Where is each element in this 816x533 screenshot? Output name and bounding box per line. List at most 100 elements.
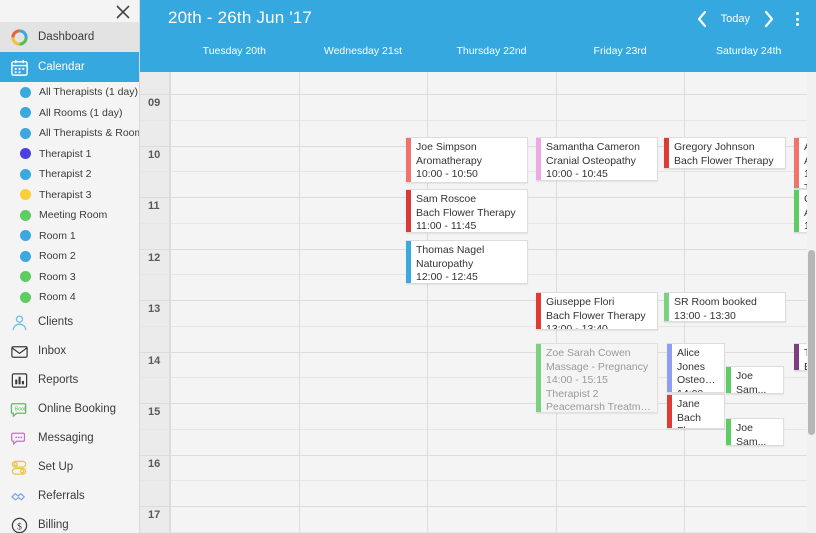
calendar-event[interactable]: Thomas Nagel Naturopathy 12:00 - 12:45 bbox=[406, 240, 528, 284]
calendar-filter-label: Therapist 1 bbox=[39, 147, 92, 160]
hour-label: 17 bbox=[148, 509, 161, 521]
hour-label: 11 bbox=[148, 200, 160, 212]
sidebar-item-dashboard[interactable]: Dashboard bbox=[0, 22, 139, 52]
calendar-event[interactable]: Joe Sam...Thai Yog... bbox=[726, 366, 784, 394]
calendar-filter-item[interactable]: Therapist 3 bbox=[0, 185, 139, 206]
hour-gridline bbox=[140, 506, 816, 507]
calendar-event[interactable]: Zoe Sarah Cowen Massage - Pregnancy 14:00 … bbox=[536, 343, 658, 413]
calendar-filter-item[interactable]: Room 1 bbox=[0, 226, 139, 247]
calendar-event[interactable]: Samantha Cameron Cranial Osteopathy 10:00 … bbox=[536, 137, 658, 181]
more-options-icon[interactable] bbox=[786, 6, 808, 32]
close-icon[interactable] bbox=[115, 4, 131, 20]
event-service: Cranial Osteopathy bbox=[546, 154, 636, 167]
event-body: JaneBach Flo...15:00 - 1 bbox=[672, 395, 724, 428]
sidebar-item-billing[interactable]: $ Billing bbox=[0, 511, 139, 533]
day-header[interactable]: Saturday 24th bbox=[684, 45, 813, 57]
sidebar-item-calendar[interactable]: Calendar bbox=[0, 52, 139, 82]
calendar-filter-item[interactable]: Meeting Room bbox=[0, 205, 139, 226]
calendar-filter-item[interactable]: Therapist 2 bbox=[0, 164, 139, 185]
event-client-name: Thomas Nagel bbox=[416, 244, 485, 256]
sidebar-item-label: Referrals bbox=[38, 490, 85, 502]
calendar-grid[interactable]: 09 10 11 12 13 14 15 16 17 Joe Simpson Aromathera… bbox=[140, 72, 816, 533]
hour-gridline bbox=[140, 454, 816, 456]
sidebar-item-set-up[interactable]: Set Up bbox=[0, 453, 139, 482]
svg-text:Book: Book bbox=[14, 406, 26, 412]
next-week-button[interactable] bbox=[756, 6, 782, 32]
day-header[interactable]: Thursday 22nd bbox=[427, 45, 556, 57]
hour-label: 13 bbox=[148, 303, 161, 315]
calendar-filter-label: Therapist 3 bbox=[39, 188, 92, 201]
calendar-filter-item[interactable]: All Therapists & Rooms bbox=[0, 123, 139, 144]
calendar-event[interactable]: Giuseppe Flori Bach Flower Therapy 13:00 -… bbox=[536, 292, 658, 330]
scrollbar-thumb[interactable] bbox=[808, 250, 815, 435]
calendar-event[interactable]: Gregory JohnsonBach Flower Therapy10:00 … bbox=[664, 137, 786, 169]
sidebar-item-inbox[interactable]: Inbox bbox=[0, 337, 139, 366]
sidebar-item-reports[interactable]: Reports bbox=[0, 366, 139, 395]
sidebar-item-label: Billing bbox=[38, 519, 69, 531]
prev-week-button[interactable] bbox=[689, 6, 715, 32]
settings-toggle-icon bbox=[8, 456, 30, 478]
calendar-filter-item[interactable]: Therapist 1 bbox=[0, 144, 139, 165]
half-hour-gridline bbox=[140, 480, 816, 482]
calendar-nav-controls: Today bbox=[689, 6, 808, 32]
sidebar-item-online-booking[interactable]: Book Online Booking bbox=[0, 395, 139, 424]
calendar-main: 20th - 26th Jun '17 Today Tuesday 20th W… bbox=[140, 0, 816, 533]
calendar-filter-label: Room 3 bbox=[39, 270, 76, 283]
sidebar-item-label: Clients bbox=[38, 316, 74, 328]
sidebar-item-label: Calendar bbox=[38, 61, 85, 73]
hour-label: 15 bbox=[148, 406, 161, 418]
calendar-event[interactable]: JaneBach Flo...15:00 - 1 bbox=[667, 394, 725, 429]
event-detail: 10:00 - 10:50 bbox=[416, 168, 478, 180]
calendar-event[interactable]: Joe Sam...Thai Yog... bbox=[726, 418, 784, 446]
vertical-scrollbar[interactable] bbox=[807, 72, 816, 533]
calendar-color-dot bbox=[20, 189, 31, 201]
calendar-filter-label: Room 4 bbox=[39, 291, 76, 304]
calendar-color-dot bbox=[20, 127, 31, 139]
event-client-name: Gregory Johnson bbox=[674, 141, 755, 153]
calendar-filter-item[interactable]: Room 2 bbox=[0, 246, 139, 267]
calendar-filter-label: Room 1 bbox=[39, 229, 76, 242]
event-client-name: Joe Simpson bbox=[416, 141, 477, 153]
calendar-color-dot bbox=[20, 209, 31, 221]
event-client-name: Samantha Cameron bbox=[546, 141, 640, 153]
calendar-filter-item[interactable]: Room 3 bbox=[0, 267, 139, 288]
calendar-filter-label: All Rooms (1 day) bbox=[39, 106, 123, 119]
event-body: Samantha Cameron Cranial Osteopathy 10:00 … bbox=[541, 138, 657, 180]
hour-label: 16 bbox=[148, 457, 161, 470]
calendar-color-dot bbox=[20, 291, 31, 303]
event-client-name: Alice Jones bbox=[677, 347, 706, 373]
today-button[interactable]: Today bbox=[715, 13, 756, 25]
hour-label: 09 bbox=[148, 97, 161, 109]
event-detail: 10:00 - 10:45 bbox=[546, 168, 608, 180]
sidebar-item-label: Inbox bbox=[38, 345, 67, 357]
sidebar: Dashboard Calendar All Therapists (1 day… bbox=[0, 0, 140, 533]
event-client-name: Giuseppe Flori bbox=[546, 296, 615, 308]
calendar-filter-list: All Therapists (1 day) All Rooms (1 day) A… bbox=[0, 82, 139, 308]
calendar-filter-item[interactable]: All Rooms (1 day) bbox=[0, 103, 139, 124]
calendar-filter-item[interactable]: All Therapists (1 day) bbox=[0, 82, 139, 103]
sidebar-item-referrals[interactable]: Referrals bbox=[0, 482, 139, 511]
day-header[interactable]: Tuesday 20th bbox=[170, 45, 299, 57]
event-body: Sam Roscoe Bach Flower Therapy 11:00 - 11:… bbox=[411, 190, 527, 232]
sidebar-item-label: Messaging bbox=[38, 432, 94, 444]
calendar-event[interactable]: SR Room booked 13:00 - 13:30 bbox=[664, 292, 786, 322]
calendar-icon bbox=[8, 56, 30, 78]
calendar-event[interactable]: Joe Simpson Aromatherapy 10:00 - 10:50 bbox=[406, 137, 528, 183]
calendar-filter-label: Meeting Room bbox=[39, 209, 108, 222]
sidebar-item-messaging[interactable]: Messaging bbox=[0, 424, 139, 453]
event-client-name: Zoe Sarah Cowen bbox=[546, 347, 631, 359]
person-icon bbox=[8, 311, 30, 333]
day-header[interactable]: Friday 23rd bbox=[556, 45, 685, 57]
sidebar-item-clients[interactable]: Clients bbox=[0, 308, 139, 337]
event-service: 13:00 - 13:30 bbox=[674, 309, 736, 322]
calendar-filter-item[interactable]: Room 4 bbox=[0, 287, 139, 308]
event-client-name: Jane bbox=[677, 398, 700, 410]
messaging-icon bbox=[8, 427, 30, 449]
event-client-name: SR Room booked bbox=[674, 296, 757, 308]
calendar-event[interactable]: Alice JonesOsteopa... 14:00 - bbox=[667, 343, 725, 393]
day-header[interactable]: Wednesday 21st bbox=[299, 45, 428, 57]
event-body: Joe Sam...Thai Yog... bbox=[731, 367, 783, 393]
calendar-color-dot bbox=[20, 230, 31, 242]
calendar-filter-label: Therapist 2 bbox=[39, 168, 92, 181]
calendar-event[interactable]: Sam Roscoe Bach Flower Therapy 11:00 - 11:… bbox=[406, 189, 528, 233]
